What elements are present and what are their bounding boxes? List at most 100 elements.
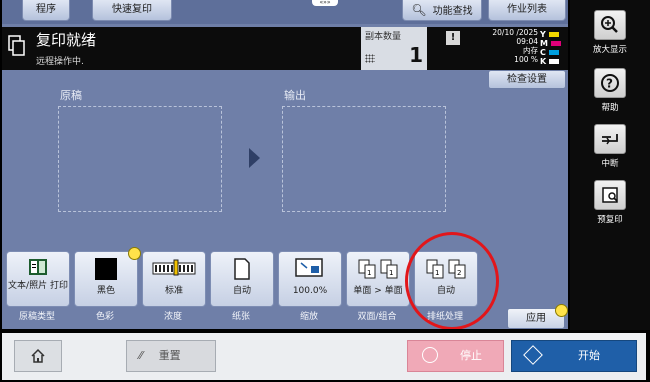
quick-copy-label: 快速复印 (112, 4, 152, 15)
program-label: 程序 (36, 4, 56, 15)
zoom-button[interactable]: 100.0% (278, 251, 342, 307)
help-label: 帮助 (601, 103, 619, 113)
toner-y-label: Y (540, 30, 546, 39)
check-settings-label: 检查设置 (507, 74, 547, 85)
function-search-label: 功能查找 (432, 6, 473, 17)
color-text: 黑色 (96, 286, 115, 296)
start-label: 开始 (578, 349, 600, 362)
quick-copy-button[interactable]: 快速复印 (92, 0, 172, 21)
original-type-text: 文本/照片 打印 (8, 281, 68, 291)
copy-mode-icon (8, 35, 25, 56)
apply-label: 应用 (526, 313, 546, 324)
preview-copy-button[interactable]: 预复印 (577, 180, 643, 225)
output-preview-area (282, 106, 446, 212)
memory-value: 100 % (514, 55, 538, 64)
home-button[interactable] (14, 340, 62, 372)
warning-glyph: ! (450, 32, 456, 43)
copy-main-panel: 程序 快速复印 «»» 🔍︎ 功能查找 作业列表 复印就绪 远程操作中. 副本数量… (2, 0, 568, 329)
home-icon (31, 348, 45, 363)
highlight-circle (405, 232, 499, 329)
paper-caption: 纸张 (231, 312, 250, 322)
zoom-display-label: 放大显示 (592, 45, 627, 55)
copies-value: 1 (409, 43, 423, 67)
paper-text: 自动 (232, 286, 251, 296)
keypad-icon (365, 54, 375, 63)
color-caption: 色彩 (95, 312, 114, 322)
preview-copy-icon (594, 180, 626, 210)
color-changed-indicator (128, 247, 141, 260)
warning-icon[interactable]: ! (446, 31, 460, 45)
reset-label: 重置 (158, 349, 181, 362)
density-button[interactable]: 标准 (142, 251, 206, 307)
toner-m-bar (550, 41, 561, 46)
stop-button[interactable]: 停止 (407, 340, 504, 372)
svg-text:1: 1 (367, 269, 371, 277)
toner-k-label: K (540, 57, 547, 66)
toner-c: C (540, 48, 566, 57)
duplex-caption: 双面/组合 (357, 312, 397, 322)
reset-icon: ⁄⁄ (139, 349, 143, 362)
interrupt-button[interactable]: 中断 (577, 124, 643, 169)
preview-copy-label: 预复印 (597, 215, 623, 225)
memory-label: 内存 (523, 46, 538, 55)
zoom-ratio-icon (295, 258, 323, 277)
toner-c-bar (548, 50, 559, 55)
job-list-label: 作业列表 (507, 4, 547, 15)
zoom-text: 100.0% (292, 286, 328, 296)
stop-icon (422, 347, 438, 363)
original-type-button[interactable]: 文本/照片 打印 (6, 251, 70, 307)
help-icon: ? (594, 68, 626, 98)
search-icon: 🔍︎ (411, 3, 427, 17)
density-scale-icon (152, 259, 196, 276)
function-search-button[interactable]: 🔍︎ 功能查找 (402, 0, 482, 21)
paper-button[interactable]: 自动 (210, 251, 274, 307)
start-button[interactable]: 开始 (511, 340, 637, 372)
original-preview-area (58, 106, 222, 212)
svg-text:1: 1 (389, 269, 393, 277)
top-toolbar: 程序 快速复印 «»» 🔍︎ 功能查找 作业列表 (2, 0, 568, 24)
date-text: 20/10 /2025 (492, 28, 538, 37)
black-color-icon (95, 258, 117, 280)
job-list-button[interactable]: 作业列表 (488, 0, 566, 21)
zoom-display-button[interactable]: 放大显示 (577, 10, 643, 55)
status-title: 复印就绪 (36, 31, 97, 49)
handle-glyph: «»» (319, 0, 331, 6)
color-button[interactable]: 黑色 (74, 251, 138, 307)
toner-m: M (540, 39, 566, 48)
toner-c-label: C (540, 48, 546, 57)
original-label: 原稿 (60, 89, 82, 102)
duplex-text: 单面 > 单面 (353, 286, 403, 296)
stop-label: 停止 (460, 349, 482, 362)
duplex-button[interactable]: 1 1 单面 > 单面 (346, 251, 410, 307)
zoom-caption: 缩放 (299, 312, 318, 322)
start-icon (523, 345, 543, 365)
date-time-info: 20/10 /2025 09:04 内存 100 % (482, 28, 538, 64)
original-type-caption: 原稿类型 (18, 312, 55, 322)
duplex-icon: 1 1 (358, 259, 398, 279)
reset-button[interactable]: ⁄⁄ 重置 (126, 340, 216, 372)
copies-label: 副本数量 (365, 32, 402, 42)
copy-count-box[interactable]: 副本数量 1 (361, 27, 427, 70)
toner-y-bar (548, 32, 559, 37)
right-side-panel: 放大显示 ? 帮助 中断 预复印 (570, 0, 650, 330)
check-settings-button[interactable]: 检查设置 (488, 70, 566, 89)
preview-arrow-icon (249, 148, 260, 168)
status-bar: 复印就绪 远程操作中. 副本数量 1 ! 20/10 /2025 09:04 内… (2, 27, 568, 70)
toner-k: K (540, 57, 566, 66)
density-text: 标准 (164, 286, 183, 296)
help-button[interactable]: ? 帮助 (577, 68, 643, 113)
output-label: 输出 (284, 89, 306, 102)
program-button[interactable]: 程序 (22, 0, 70, 21)
text-photo-icon (29, 259, 47, 275)
paper-icon (234, 258, 250, 280)
apply-indicator (555, 304, 568, 317)
interrupt-label: 中断 (601, 159, 619, 169)
toner-y: Y (540, 30, 566, 39)
interrupt-icon (594, 124, 626, 154)
bottom-action-bar: ⁄⁄ 重置 停止 开始 (2, 333, 646, 380)
time-text: 09:04 (516, 37, 538, 46)
toner-level-indicator: Y M C K (540, 30, 566, 66)
panel-drag-handle[interactable]: «»» (312, 0, 338, 6)
toner-m-label: M (540, 39, 548, 48)
status-subtitle: 远程操作中. (36, 57, 84, 67)
